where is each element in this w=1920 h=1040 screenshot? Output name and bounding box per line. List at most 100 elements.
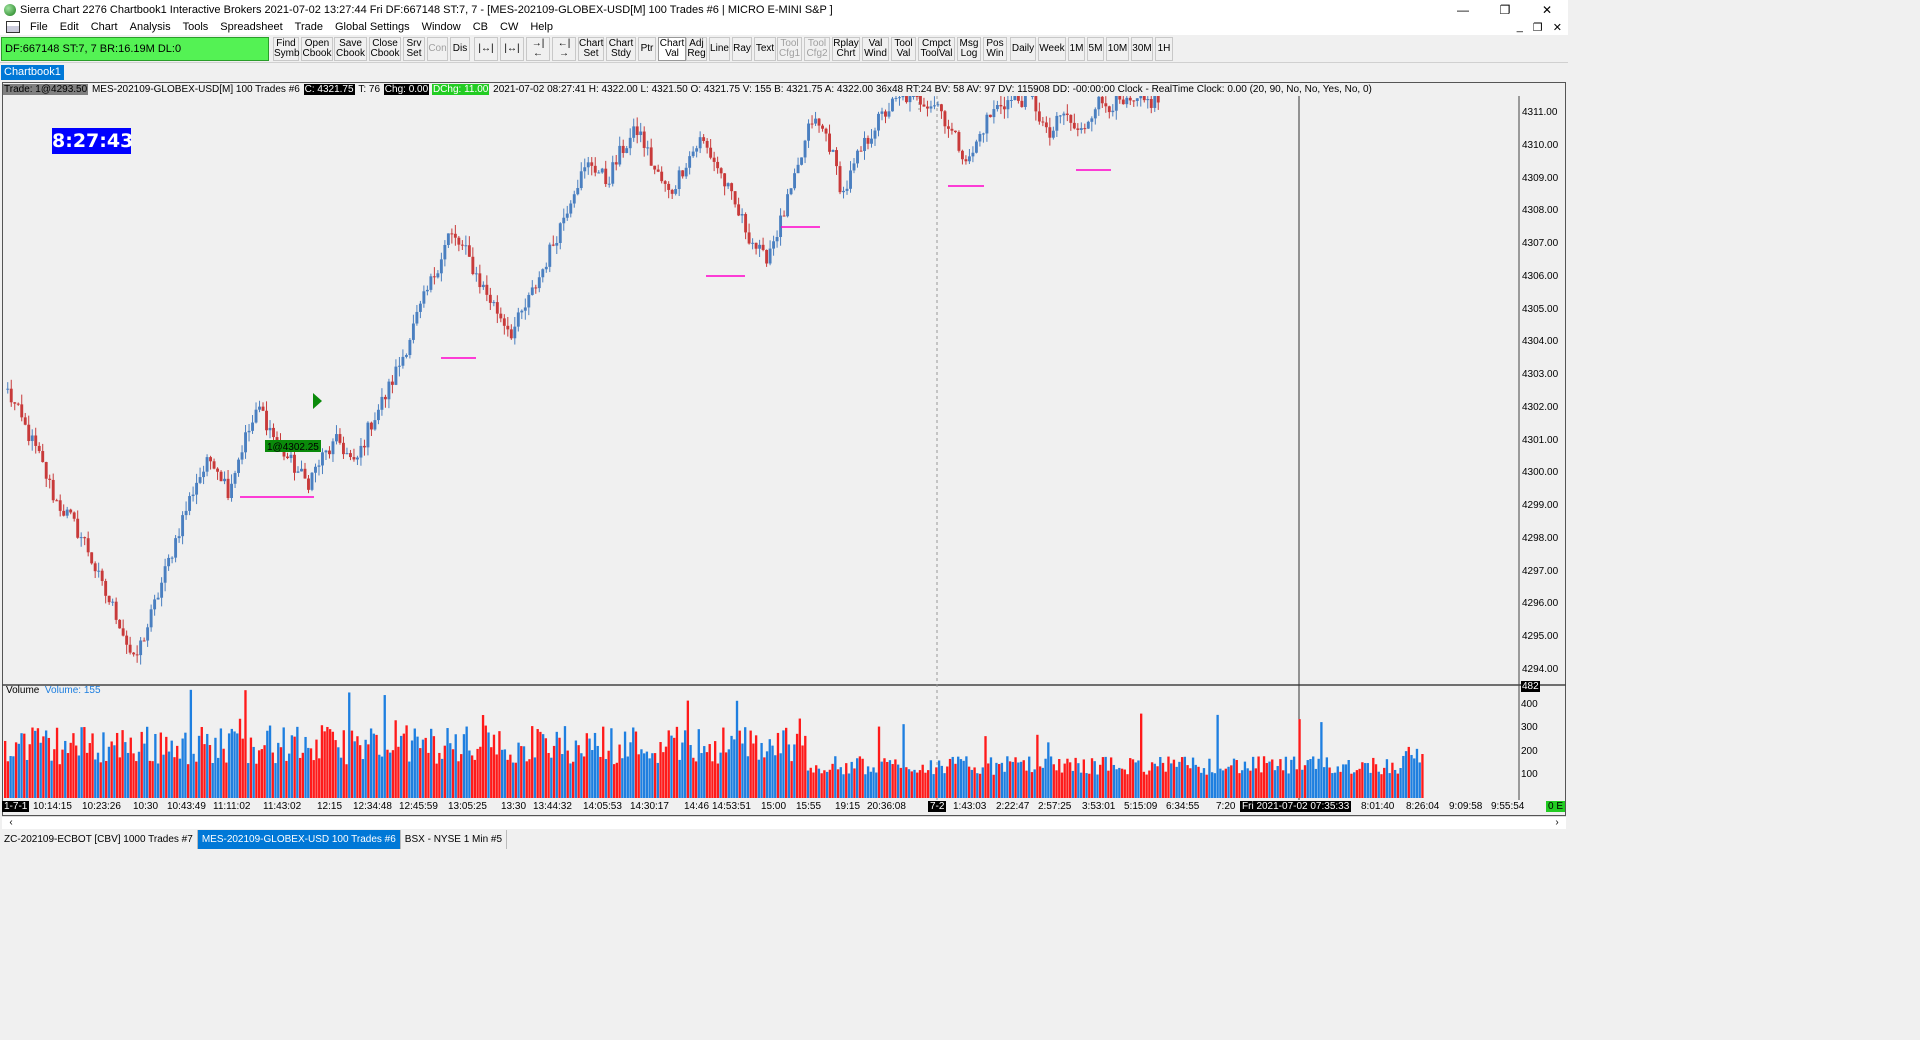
candle-body: [209, 457, 213, 462]
volume-bar: [697, 729, 700, 798]
candle-body: [719, 168, 723, 174]
candle-body: [132, 652, 136, 655]
candle-body: [69, 509, 73, 513]
volume-bar: [533, 757, 537, 798]
candle-body: [184, 510, 188, 516]
candle-body: [565, 213, 569, 218]
candle-body: [607, 183, 611, 185]
volume-bar: [290, 735, 294, 798]
candle-body: [803, 140, 807, 158]
candle-body: [191, 494, 195, 497]
volume-bar: [506, 759, 509, 798]
volume-bar: [1320, 722, 1323, 798]
candle-body: [380, 396, 384, 410]
candle-body: [981, 133, 985, 135]
candle-body: [170, 557, 174, 559]
candle-body: [219, 471, 223, 482]
time-axis-date-start: 1-7-1: [2, 801, 30, 812]
candle-body: [1111, 110, 1115, 113]
volume-bar: [364, 739, 367, 798]
volume-bar: [197, 735, 201, 798]
volume-bar: [741, 743, 744, 798]
volume-bar: [757, 759, 761, 798]
price-tick-label: 4295.00: [1522, 631, 1559, 643]
volume-bar: [233, 731, 236, 798]
volume-bar: [686, 700, 690, 798]
candle-body: [244, 432, 247, 453]
volume-bar: [1022, 760, 1025, 798]
volume-bar: [1350, 773, 1353, 798]
time-axis[interactable]: 1-7-1 10:14:15 10:23:26 10:30 10:43:49 11:11:…: [2, 801, 1566, 815]
volume-bar: [675, 726, 679, 798]
volume-bar: [23, 733, 26, 798]
volume-bar: [17, 743, 20, 798]
volume-bar: [664, 746, 668, 798]
volume-bar: [225, 762, 228, 798]
candle-body: [1090, 118, 1094, 122]
volume-bar: [1309, 759, 1312, 798]
price-tick-label: 4294.00: [1522, 664, 1559, 675]
volume-tick-label: 200: [1521, 745, 1538, 757]
price-tick-label: 4309.00: [1522, 172, 1559, 184]
volume-bar: [976, 773, 979, 798]
candle-body: [1128, 97, 1132, 101]
volume-bar: [1399, 768, 1402, 798]
candle-body: [338, 434, 342, 443]
candle-body: [118, 619, 122, 629]
candle-body: [950, 128, 954, 131]
candle-body: [293, 454, 296, 473]
candle-body: [1149, 99, 1153, 108]
volume-bar: [1088, 773, 1091, 798]
candle-body: [1156, 96, 1160, 103]
candle-body: [702, 137, 706, 141]
volume-bar: [137, 751, 141, 798]
volume-bar: [995, 762, 998, 798]
candle-body: [674, 189, 678, 194]
candle-body: [457, 237, 461, 245]
volume-bar: [34, 730, 37, 798]
volume-bar: [1186, 765, 1189, 798]
candle-body: [492, 302, 496, 304]
volume-bar: [727, 749, 730, 798]
volume-bar: [156, 763, 160, 798]
volume-bar: [957, 756, 960, 798]
candle-body: [835, 150, 838, 167]
candle-body: [625, 148, 629, 153]
volume-bar: [905, 767, 908, 798]
chart-canvas[interactable]: 1@4302.25: [0, 0, 1568, 849]
volume-bar: [25, 759, 29, 798]
candle-body: [845, 188, 849, 191]
volume-bar: [681, 742, 684, 798]
volume-bar: [1287, 773, 1290, 798]
candle-body: [621, 145, 625, 153]
candle-body: [153, 599, 157, 610]
volume-bar: [714, 741, 717, 798]
volume-bar: [421, 739, 425, 798]
volume-bar: [1306, 760, 1309, 798]
candle-body: [891, 98, 894, 112]
volume-bar: [274, 763, 277, 798]
volume-bar: [967, 766, 971, 798]
volume-bar: [525, 761, 528, 798]
volume-bar: [566, 750, 569, 798]
volume-bar: [894, 759, 897, 798]
volume-bar: [211, 762, 214, 798]
volume-bar: [492, 734, 496, 798]
candle-body: [523, 307, 527, 311]
volume-bar: [1058, 759, 1061, 798]
candle-body: [125, 635, 129, 645]
volume-bar: [282, 727, 285, 798]
volume-bar: [1014, 757, 1017, 798]
candle-body: [1121, 99, 1125, 105]
price-tick-label: 4299.00: [1522, 500, 1559, 512]
volume-bar: [1017, 762, 1020, 798]
volume-bar: [569, 763, 572, 798]
volume-bar: [806, 770, 810, 798]
candle-body: [34, 435, 38, 446]
candle-body: [1065, 113, 1069, 115]
volume-bar: [399, 735, 403, 798]
volume-bar: [760, 742, 763, 798]
candle-body: [342, 442, 345, 455]
volume-bar: [479, 746, 482, 798]
volume-bar: [1167, 756, 1170, 798]
